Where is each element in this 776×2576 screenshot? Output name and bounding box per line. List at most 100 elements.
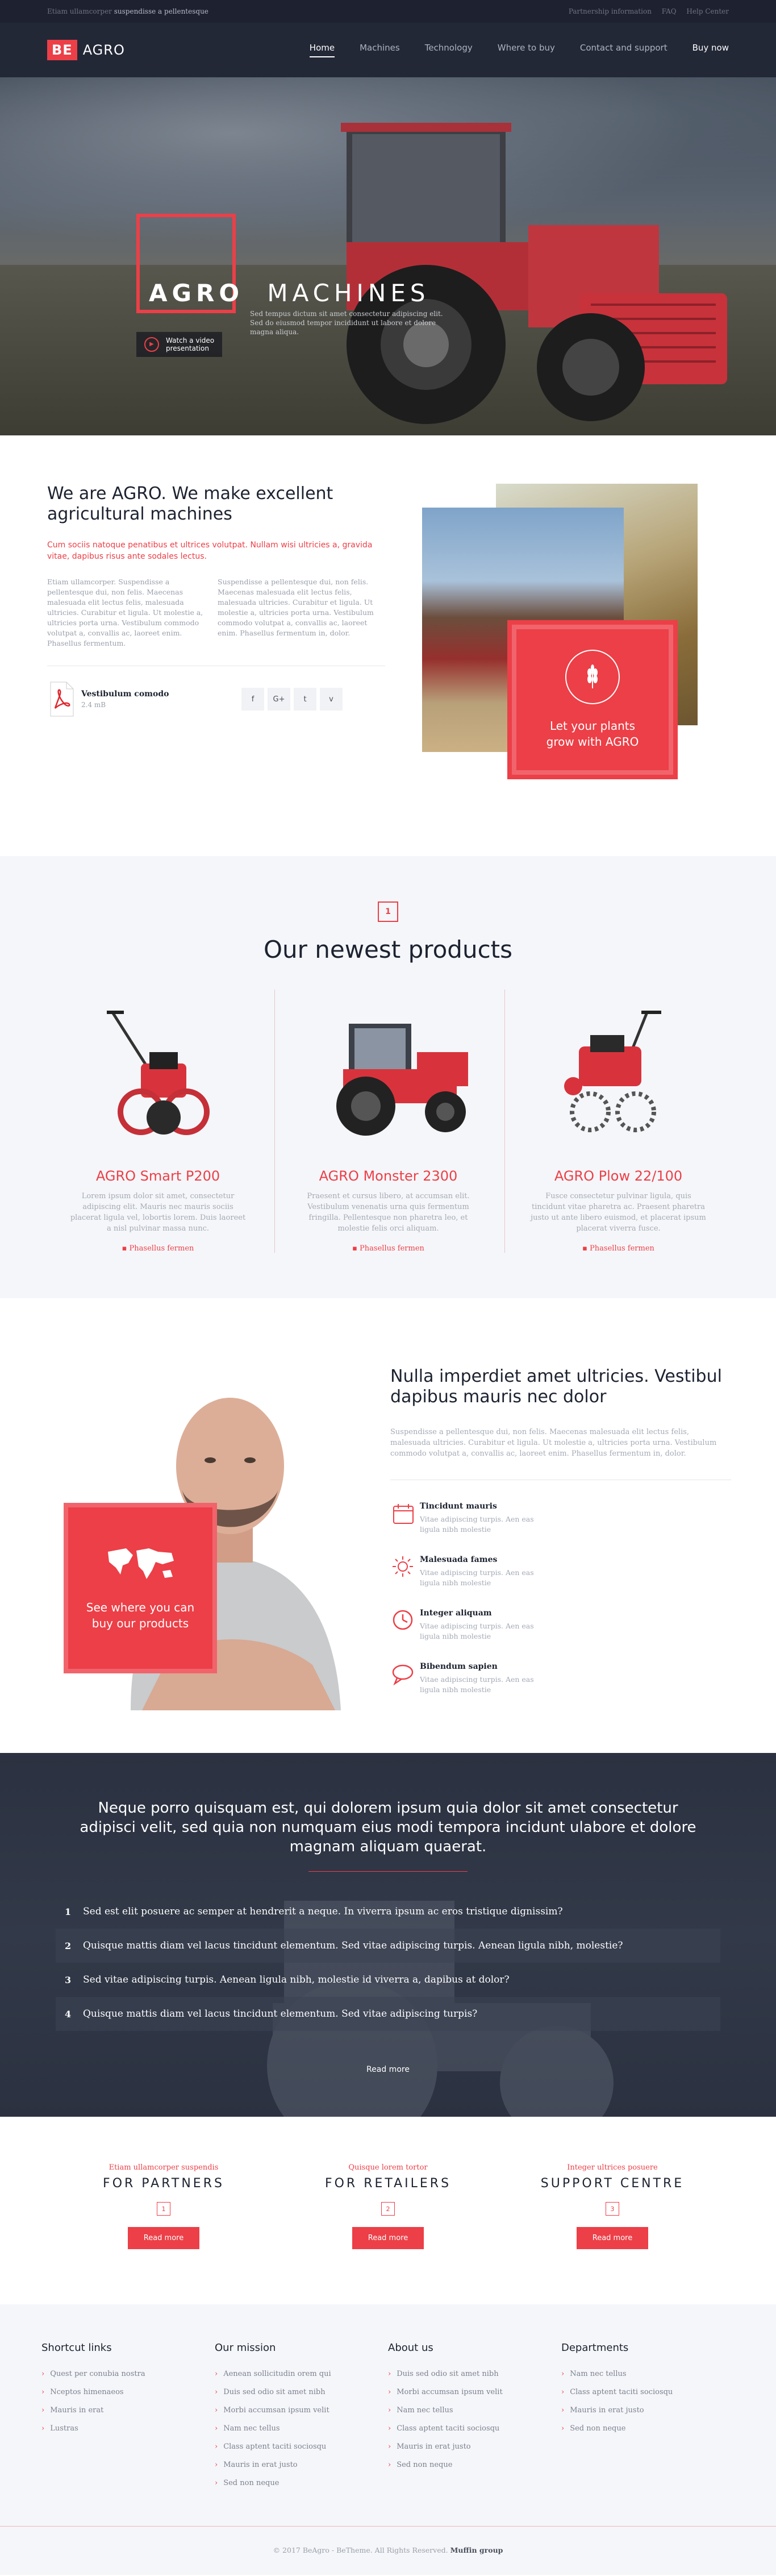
support-title: SUPPORT CENTRE [540,2176,685,2191]
footer-link[interactable]: Mauris in erat justo [561,2402,735,2420]
link-partnership[interactable]: Partnership information [569,7,652,15]
footer-link[interactable]: Morbi accumsan ipsum velit [215,2402,388,2420]
product-more-link[interactable]: ▪ Phasellus fermen [122,1244,194,1253]
mission-section: See where you can buy our products Nulla… [0,1298,776,1753]
faq-list: 1 Sed est elit posuere ac semper at hendr… [56,1894,720,2031]
footer-link[interactable]: Nam nec tellus [388,2402,561,2420]
footer-link[interactable]: Sed non neque [388,2456,561,2474]
menu-item-buy-now[interactable]: Buy now [692,43,729,57]
calendar-icon [393,1504,414,1524]
chat-icon [392,1664,414,1686]
footer-link[interactable]: Duis sed odio sit amet nibh [215,2383,388,2402]
footer-column-title: About us [388,2342,433,2354]
footer-link[interactable]: Duis sed odio sit amet nibh [388,2365,561,2383]
faq-question: Sed vitae adipiscing turpis. Aenean ligu… [83,1974,510,1985]
product-desc: Praesent et cursus libero, at accumsan e… [307,1192,470,1233]
file-name[interactable]: Vestibulum comodo [81,689,223,699]
footer-link[interactable]: Quest per conubia nostra [41,2365,215,2383]
where-to-buy-box[interactable]: See where you can buy our products [64,1503,217,1673]
faq-question: Quisque mattis diam vel lacus tincidunt … [83,2008,478,2020]
footer-link[interactable]: Class aptent taciti sociosqu [215,2438,388,2456]
product-more-link[interactable]: ▪ Phasellus fermen [352,1244,424,1253]
faq-section: Neque porro quisquam est, qui dolorem ip… [0,1753,776,2117]
product-card[interactable]: AGRO Smart P200 Lorem ipsum dolor sit am… [44,990,272,1253]
footer-link[interactable]: Nam nec tellus [215,2420,388,2438]
copyright-brand-link[interactable]: Muffin group [450,2546,503,2554]
grow-promo-text: Let your plants grow with AGRO [546,719,639,749]
file-size: 2.4 mB [81,700,106,709]
feature-item: Bibendum sapien Vitae adipiscing turpis. … [390,1662,564,1695]
video-label: Watch a video presentation [166,336,214,352]
product-desc: Lorem ipsum dolor sit amet, consectetur … [70,1192,246,1233]
faq-number: 4 [65,2008,72,2020]
about-section: We are AGRO. We make excellent agricultu… [0,435,776,856]
google-plus-icon[interactable]: G+ [268,688,290,711]
sun-icon [393,1556,413,1577]
product-name[interactable]: AGRO Plow 22/100 [505,1168,732,1184]
products-section: 1 Our newest products AGRO Smart P200 Lo… [0,856,776,1298]
footer-link[interactable]: Mauris in erat [41,2402,215,2420]
faq-item[interactable]: 4 Quisque mattis diam vel lacus tincidunt… [56,1997,720,2031]
menu-item-where-to-buy[interactable]: Where to buy [498,43,555,57]
logo[interactable]: BE AGRO [47,40,125,60]
download-row: Vestibulum comodo 2.4 mB f G+ t v [47,681,388,717]
faq-item[interactable]: 1 Sed est elit posuere ac semper at hendr… [56,1894,720,1929]
about-text-column: We are AGRO. We make excellent agricultu… [47,484,388,802]
faq-item[interactable]: 3 Sed vitae adipiscing turpis. Aenean lig… [56,1963,720,1997]
wheat-icon [565,650,620,704]
feature-text: Vitae adipiscing turpis. Aen eas ligula … [420,1675,534,1694]
feature-item: Tincidunt mauris Vitae adipiscing turpis.… [390,1502,564,1535]
product-more-link[interactable]: ▪ Phasellus fermen [582,1244,654,1253]
product-card[interactable]: AGRO Monster 2300 Praesent et cursus lib… [274,990,502,1253]
quote-divider [308,1871,468,1872]
product-name[interactable]: AGRO Smart P200 [44,1168,272,1184]
footer-column-shortcuts: Shortcut links Quest per conubia nostra … [41,2342,215,2492]
menu-item-home[interactable]: Home [309,43,335,57]
footer-link[interactable]: Morbi accumsan ipsum velit [388,2383,561,2402]
footer: Shortcut links Quest per conubia nostra … [0,2304,776,2526]
footer-column-title: Departments [561,2342,629,2354]
retailers-read-more-button[interactable]: Read more [352,2227,424,2249]
footer-column-mission: Our mission Aenean sollicitudin orem qui… [215,2342,388,2492]
footer-link[interactable]: Mauris in erat justo [215,2456,388,2474]
product-name[interactable]: AGRO Monster 2300 [275,1168,502,1184]
footer-link[interactable]: Aenean sollicitudin orem qui [215,2365,388,2383]
footer-link[interactable]: Nceptos himenaeos [41,2383,215,2402]
hero-title-bold: AGRO [149,279,244,307]
faq-read-more-link[interactable]: Read more [0,2065,776,2074]
about-col-2: Suspendisse a pellentesque dui, non feli… [218,577,374,637]
top-bar-tagline: Etiam ullamcorper suspendisse a pellente… [47,7,208,15]
twitter-icon[interactable]: t [294,688,316,711]
copyright-bar: © 2017 BeAgro - BeTheme. All Rights Rese… [0,2526,776,2575]
feature-title: Bibendum sapien [420,1662,498,1671]
watch-video-button[interactable]: ▶ Watch a video presentation [136,332,223,357]
footer-link[interactable]: Lustras [41,2420,215,2438]
logo-text: AGRO [82,42,125,58]
faq-item[interactable]: 2 Quisque mattis diam vel lacus tincidunt… [56,1929,720,1963]
faq-question: Quisque mattis diam vel lacus tincidunt … [83,1940,623,1951]
main-header: BE AGRO Home Machines Technology Where t… [0,23,776,77]
vimeo-icon[interactable]: v [320,688,343,711]
menu-item-technology[interactable]: Technology [425,43,473,57]
link-faq[interactable]: FAQ [662,7,677,15]
product-card[interactable]: AGRO Plow 22/100 Fusce consectetur pulvi… [504,990,732,1253]
pdf-icon[interactable] [47,681,76,717]
link-help-center[interactable]: Help Center [686,7,729,15]
footer-link[interactable]: Class aptent taciti sociosqu [388,2420,561,2438]
feature-title: Tincidunt mauris [420,1502,497,1511]
faq-number: 2 [65,1940,72,1951]
footer-link[interactable]: Class aptent taciti sociosqu [561,2383,735,2402]
facebook-icon[interactable]: f [241,688,264,711]
footer-link[interactable]: Sed non neque [561,2420,735,2438]
tagline-text: Etiam ullamcorper [47,7,112,15]
grow-promo-box[interactable]: Let your plants grow with AGRO [507,620,678,779]
footer-link[interactable]: Nam nec tellus [561,2365,735,2383]
feature-text: Vitae adipiscing turpis. Aen eas ligula … [420,1622,534,1640]
support-read-more-button[interactable]: Read more [576,2227,649,2249]
menu-item-contact[interactable]: Contact and support [580,43,667,57]
partners-read-more-button[interactable]: Read more [127,2227,200,2249]
footer-link[interactable]: Sed non neque [215,2474,388,2492]
mission-text-column: Nulla imperdiet amet ultricies. Vestibul… [390,1366,731,1715]
menu-item-machines[interactable]: Machines [360,43,400,57]
footer-link[interactable]: Mauris in erat justo [388,2438,561,2456]
